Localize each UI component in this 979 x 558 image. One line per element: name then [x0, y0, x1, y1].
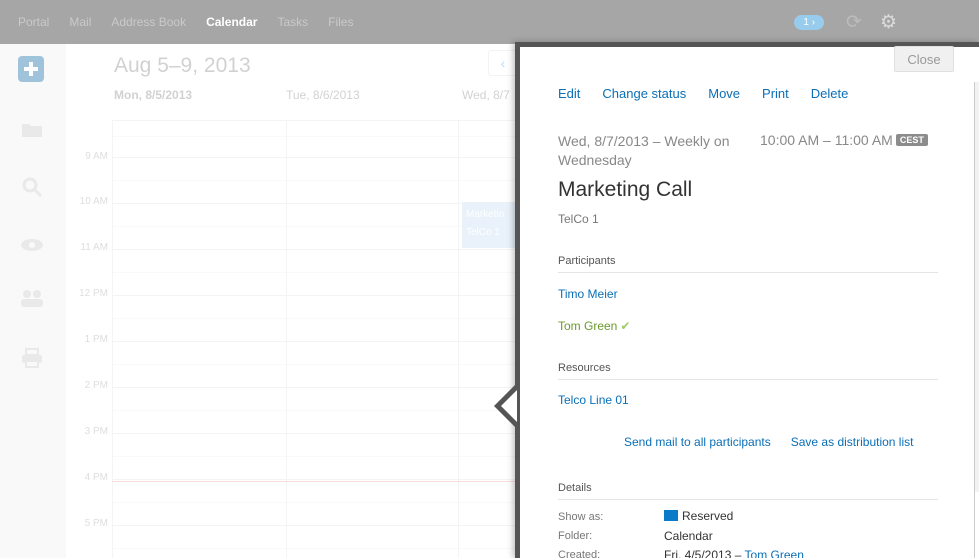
calendar-event[interactable]: Marketin TelCo 1: [462, 202, 522, 248]
time-label-12pm: 12 PM: [79, 288, 108, 299]
time-label-1pm: 1 PM: [84, 334, 108, 345]
participants-heading: Participants: [558, 255, 616, 267]
event-location: TelCo 1: [466, 227, 500, 238]
top-right-tools: 1 › ⟳ ⚙: [794, 0, 979, 44]
change-status-link[interactable]: Change status: [602, 86, 686, 101]
participant-actions: Send mail to all participants Save as di…: [624, 435, 913, 449]
time-label-2pm: 2 PM: [84, 380, 108, 391]
delete-link[interactable]: Delete: [811, 86, 849, 101]
appointment-time: 10:00 AM – 11:00 AM CEST: [760, 132, 928, 148]
nav-address-book[interactable]: Address Book: [111, 15, 186, 29]
event-title: Marketin: [466, 209, 505, 220]
nav-tasks[interactable]: Tasks: [277, 15, 308, 29]
time-label-11am: 11 AM: [80, 242, 108, 253]
participant-name[interactable]: Tom Green: [558, 319, 617, 333]
nav-mail[interactable]: Mail: [69, 15, 91, 29]
close-button[interactable]: Close: [894, 46, 954, 72]
plus-icon[interactable]: [18, 56, 44, 82]
show-as-value: Reserved: [664, 509, 733, 523]
appointment-date: Wed, 8/7/2013 – Weekly on Wednesday: [558, 133, 730, 168]
time-label-3pm: 3 PM: [84, 426, 108, 437]
day-header-wed[interactable]: Wed, 8/7: [462, 88, 510, 102]
scrollbar[interactable]: [975, 82, 979, 492]
appointment-title: Marketing Call: [558, 178, 693, 201]
folder-icon[interactable]: [21, 122, 43, 138]
save-distribution-list-link[interactable]: Save as distribution list: [791, 435, 914, 449]
accepted-check-icon: ✔: [620, 319, 631, 333]
resources-heading: Resources: [558, 362, 611, 374]
action-bar: Edit Change status Move Print Delete: [558, 86, 870, 101]
time-label-9am: 9 AM: [85, 151, 108, 162]
show-as-label: Show as:: [558, 511, 604, 523]
show-as-text: Reserved: [682, 509, 734, 523]
time-label-4pm: 4 PM: [84, 472, 108, 483]
time-range-text: 10:00 AM – 11:00 AM: [760, 132, 893, 148]
created-date: Fri, 4/5/2013 –: [664, 548, 742, 558]
notification-badge[interactable]: 1 ›: [794, 14, 825, 30]
appointment-location: TelCo 1: [558, 212, 599, 226]
created-value: Fri, 4/5/2013 – Tom Green: [664, 548, 804, 558]
gear-icon[interactable]: ⚙: [880, 13, 897, 32]
time-label-10am: 10 AM: [79, 196, 108, 207]
current-time-line: [112, 481, 582, 482]
move-link[interactable]: Move: [708, 86, 740, 101]
main-nav: Portal Mail Address Book Calendar Tasks …: [0, 0, 373, 44]
nav-portal[interactable]: Portal: [18, 15, 49, 29]
day-header-tue[interactable]: Tue, 8/6/2013: [286, 88, 360, 102]
details-heading: Details: [558, 482, 592, 494]
created-by-link[interactable]: Tom Green: [745, 548, 804, 558]
refresh-icon[interactable]: ⟳: [846, 13, 862, 32]
folder-label: Folder:: [558, 530, 593, 542]
send-mail-link[interactable]: Send mail to all participants: [624, 435, 771, 449]
top-bar: Portal Mail Address Book Calendar Tasks …: [0, 0, 979, 44]
edit-link[interactable]: Edit: [558, 86, 580, 101]
calendar-title: Aug 5–9, 2013: [114, 54, 251, 77]
prev-week-button[interactable]: ‹: [488, 50, 518, 76]
print-link[interactable]: Print: [762, 86, 789, 101]
nav-files[interactable]: Files: [328, 15, 353, 29]
reserved-color-swatch: [664, 510, 678, 521]
created-label: Created:: [558, 549, 601, 558]
folder-value: Calendar: [664, 529, 713, 543]
participant-tom-green[interactable]: Tom Green ✔: [558, 319, 630, 333]
print-icon[interactable]: [21, 348, 43, 368]
time-label-5pm: 5 PM: [84, 518, 108, 529]
nav-calendar[interactable]: Calendar: [206, 15, 257, 29]
people-icon[interactable]: [20, 288, 44, 308]
eye-icon[interactable]: [20, 238, 44, 252]
day-header-mon[interactable]: Mon, 8/5/2013: [114, 88, 192, 102]
search-icon[interactable]: [21, 176, 43, 198]
timezone-badge[interactable]: CEST: [895, 134, 928, 146]
time-grid[interactable]: [112, 120, 582, 558]
participant-timo-meier[interactable]: Timo Meier: [558, 287, 618, 301]
resource-telco-line[interactable]: Telco Line 01: [558, 393, 629, 407]
